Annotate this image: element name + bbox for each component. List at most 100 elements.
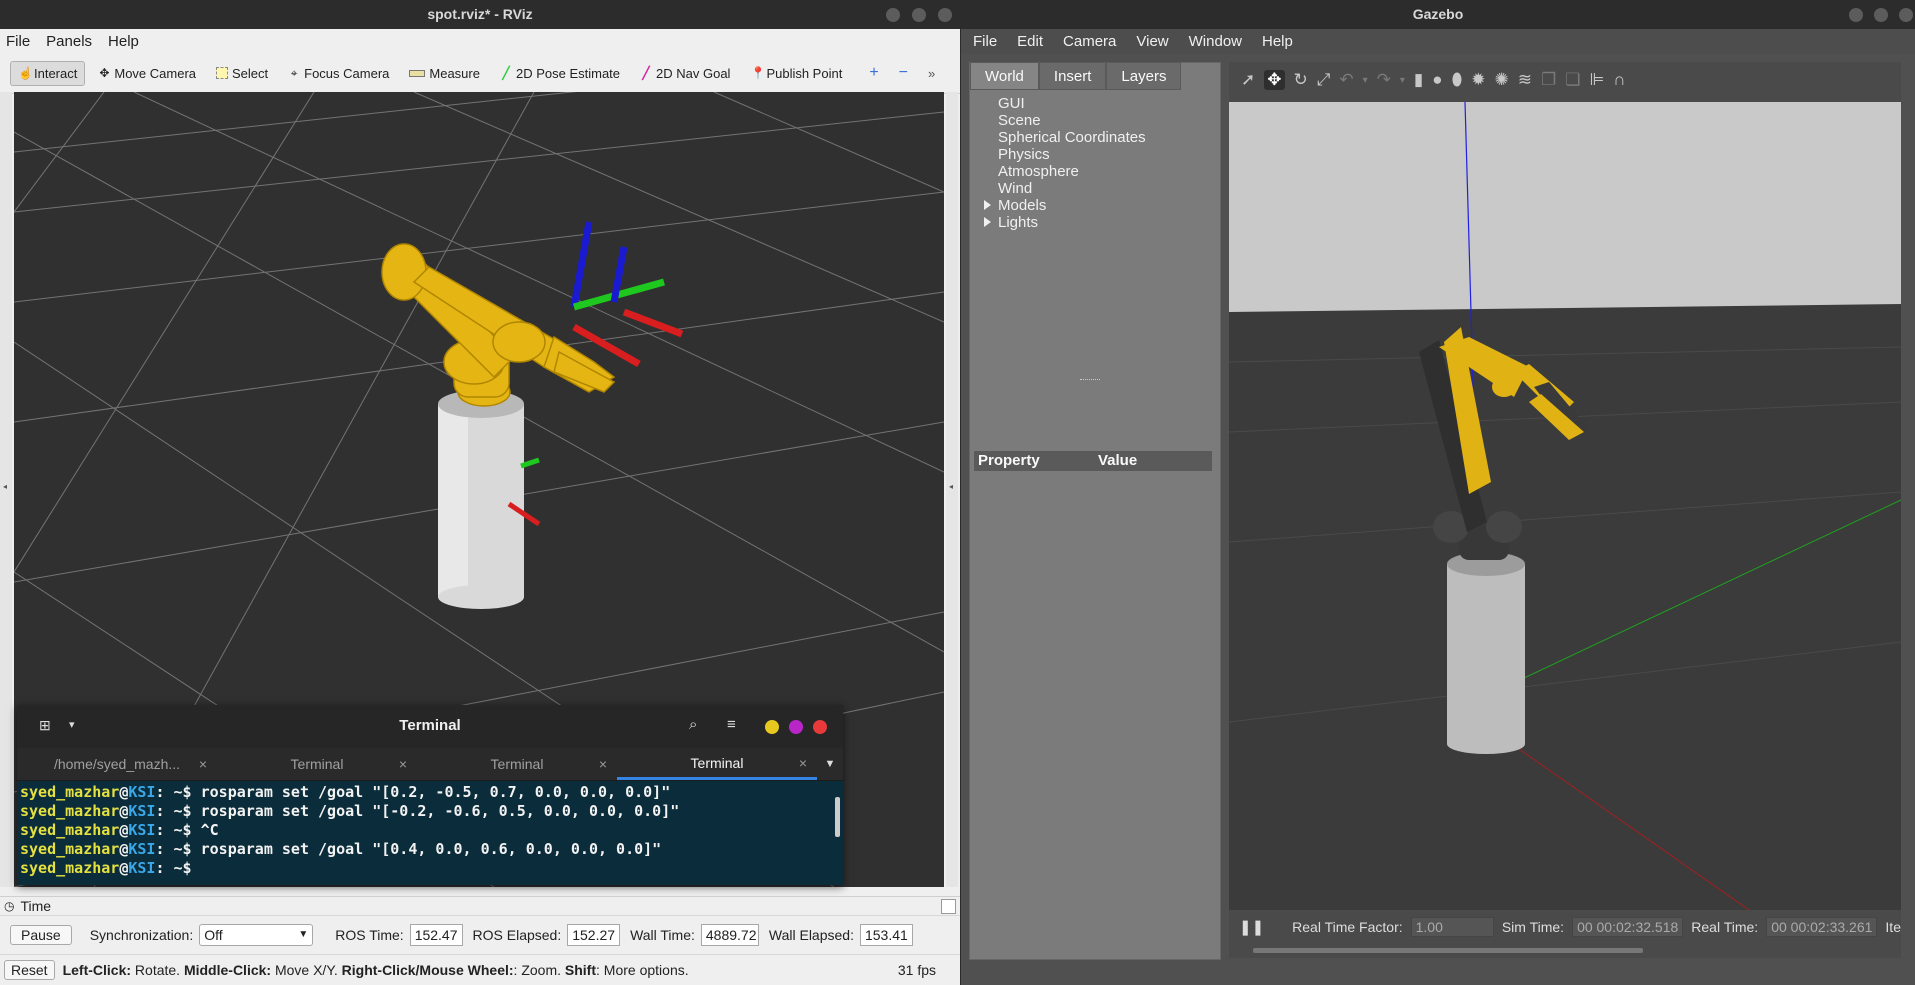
menu-view[interactable]: View bbox=[1136, 33, 1168, 50]
maximize-button[interactable] bbox=[1874, 8, 1888, 22]
panel-undock-button[interactable] bbox=[941, 899, 956, 914]
splitter-handle[interactable] bbox=[1080, 379, 1100, 382]
wall-time-field[interactable]: 4889.72 bbox=[700, 924, 759, 946]
tree-item-physics[interactable]: Physics bbox=[998, 146, 1220, 163]
minimize-button[interactable] bbox=[1849, 8, 1863, 22]
tab-world[interactable]: World bbox=[970, 62, 1039, 90]
rotate-icon[interactable]: ↻ bbox=[1294, 70, 1308, 90]
tool-publish-point[interactable]: 📍 Publish Point bbox=[743, 62, 849, 85]
tool-focus-camera[interactable]: ⌖ Focus Camera bbox=[281, 62, 396, 85]
pause-button[interactable]: Pause bbox=[10, 925, 72, 945]
point-light-icon[interactable]: ✹ bbox=[1471, 70, 1485, 90]
sync-select[interactable]: Off ▼ bbox=[199, 924, 314, 946]
left-dock-handle[interactable]: ◂ bbox=[0, 92, 12, 887]
close-tab-icon[interactable]: × bbox=[599, 756, 607, 772]
minimize-button[interactable] bbox=[886, 8, 900, 22]
reset-button[interactable]: Reset bbox=[4, 960, 55, 980]
expand-arrow-icon[interactable] bbox=[984, 200, 991, 210]
terminal-tab[interactable]: /home/syed_mazh... × bbox=[17, 748, 217, 780]
terminal-scrollbar[interactable] bbox=[835, 797, 840, 837]
terminal-tab[interactable]: Terminal × bbox=[417, 748, 617, 780]
tool-2d-pose-estimate[interactable]: ╱ 2D Pose Estimate bbox=[493, 62, 627, 85]
select-arrow-icon[interactable]: ➚ bbox=[1241, 70, 1255, 90]
chevron-down-icon[interactable]: ▾ bbox=[1363, 75, 1368, 86]
close-button[interactable] bbox=[1899, 8, 1913, 22]
cylinder-base bbox=[438, 390, 524, 609]
gazebo-toolbar: ➚ ✥ ↻ ⤢ ↶ ▾ ↷ ▾ ▮ ● ⬮ ✹ ✺ ≋ ❐ ❏ ⊫ ∩ bbox=[1229, 62, 1901, 102]
pause-icon[interactable]: ❚❚ bbox=[1239, 918, 1264, 936]
terminal-line: syed_mazhar@KSI: ~$ ^C bbox=[20, 821, 219, 839]
add-tool-icon[interactable]: + bbox=[869, 64, 878, 82]
tree-item-spherical-coordinates[interactable]: Spherical Coordinates bbox=[998, 129, 1220, 146]
close-tab-icon[interactable]: × bbox=[199, 756, 207, 772]
directional-light-icon[interactable]: ≋ bbox=[1518, 70, 1532, 90]
gazebo-3d-viewport[interactable] bbox=[1229, 102, 1901, 910]
terminal-tab-active[interactable]: Terminal × bbox=[617, 748, 817, 780]
sim-time-field: 00 00:02:32.518 bbox=[1572, 917, 1684, 937]
minimize-button[interactable] bbox=[765, 720, 779, 734]
chevron-down-icon[interactable]: ▾ bbox=[1400, 75, 1405, 86]
close-button[interactable] bbox=[813, 720, 827, 734]
more-tools-icon[interactable]: » bbox=[928, 66, 935, 81]
scale-icon[interactable]: ⤢ bbox=[1317, 70, 1331, 90]
gazebo-scene bbox=[1229, 102, 1901, 910]
terminal-output[interactable]: syed_mazhar@KSI: ~$ rosparam set /goal "… bbox=[17, 781, 843, 885]
tab-list-dropdown-icon[interactable]: ▼ bbox=[817, 748, 843, 780]
menu-file[interactable]: File bbox=[973, 33, 997, 50]
menu-window[interactable]: Window bbox=[1189, 33, 1242, 50]
status-scrollbar[interactable] bbox=[1253, 948, 1643, 953]
iterations-label: Ite bbox=[1885, 919, 1901, 935]
menu-panels[interactable]: Panels bbox=[46, 33, 92, 50]
gazebo-window-title: Gazebo bbox=[1412, 6, 1464, 22]
redo-icon[interactable]: ↷ bbox=[1377, 70, 1391, 90]
tree-item-lights[interactable]: Lights bbox=[984, 214, 1220, 231]
terminal-tab[interactable]: Terminal × bbox=[217, 748, 417, 780]
cylinder-shape-icon[interactable]: ⬮ bbox=[1452, 70, 1463, 90]
tool-measure[interactable]: Measure bbox=[402, 62, 487, 85]
paste-icon[interactable]: ❏ bbox=[1565, 70, 1580, 90]
snap-magnet-icon[interactable]: ∩ bbox=[1613, 70, 1625, 90]
ros-time-field[interactable]: 152.47 bbox=[409, 924, 463, 946]
tool-move-camera[interactable]: ✥ Move Camera bbox=[91, 62, 203, 85]
tree-item-models[interactable]: Models bbox=[984, 197, 1220, 214]
maximize-button[interactable] bbox=[789, 720, 803, 734]
terminal-tabbar: /home/syed_mazh... × Terminal × Terminal × … bbox=[17, 748, 843, 781]
tree-item-wind[interactable]: Wind bbox=[998, 180, 1220, 197]
tool-select[interactable]: Select bbox=[209, 62, 275, 85]
align-icon[interactable]: ⊫ bbox=[1590, 70, 1605, 90]
expand-arrow-icon[interactable] bbox=[984, 217, 991, 227]
tree-item-gui[interactable]: GUI bbox=[998, 95, 1220, 112]
hamburger-menu-icon[interactable]: ≡ bbox=[727, 716, 736, 733]
menu-help[interactable]: Help bbox=[108, 33, 139, 50]
remove-tool-icon[interactable]: − bbox=[899, 64, 908, 82]
box-shape-icon[interactable]: ▮ bbox=[1414, 70, 1423, 90]
search-icon[interactable]: ⌕ bbox=[689, 716, 697, 733]
green-arrow-icon: ╱ bbox=[502, 66, 510, 80]
menu-camera[interactable]: Camera bbox=[1063, 33, 1116, 50]
translate-icon[interactable]: ✥ bbox=[1264, 70, 1285, 90]
undo-icon[interactable]: ↶ bbox=[1339, 70, 1353, 90]
right-dock-handle[interactable]: ◂ bbox=[946, 92, 958, 887]
menu-help[interactable]: Help bbox=[1262, 33, 1293, 50]
tool-label: Interact bbox=[34, 65, 78, 81]
menu-file[interactable]: File bbox=[6, 33, 30, 50]
close-button[interactable] bbox=[938, 8, 952, 22]
tool-interact[interactable]: ☝ Interact bbox=[10, 60, 86, 86]
menu-edit[interactable]: Edit bbox=[1017, 33, 1043, 50]
copy-icon[interactable]: ❐ bbox=[1541, 70, 1556, 90]
tree-item-atmosphere[interactable]: Atmosphere bbox=[998, 163, 1220, 180]
terminal-title: Terminal bbox=[399, 717, 461, 734]
sphere-shape-icon[interactable]: ● bbox=[1432, 70, 1442, 90]
tool-2d-nav-goal[interactable]: ╱ 2D Nav Goal bbox=[633, 62, 737, 85]
close-tab-icon[interactable]: × bbox=[799, 755, 807, 771]
tab-insert[interactable]: Insert bbox=[1038, 62, 1107, 90]
maximize-button[interactable] bbox=[912, 8, 926, 22]
close-tab-icon[interactable]: × bbox=[399, 756, 407, 772]
ros-elapsed-field[interactable]: 152.27 bbox=[567, 924, 621, 946]
tree-item-scene[interactable]: Scene bbox=[998, 112, 1220, 129]
wall-elapsed-field[interactable]: 153.41 bbox=[859, 924, 913, 946]
tab-layers[interactable]: Layers bbox=[1106, 62, 1182, 90]
rviz-window: spot.rviz* - RViz File Panels Help ☝ Int… bbox=[0, 0, 960, 985]
chevron-right-icon: ◂ bbox=[949, 482, 954, 491]
spot-light-icon[interactable]: ✺ bbox=[1495, 70, 1509, 90]
